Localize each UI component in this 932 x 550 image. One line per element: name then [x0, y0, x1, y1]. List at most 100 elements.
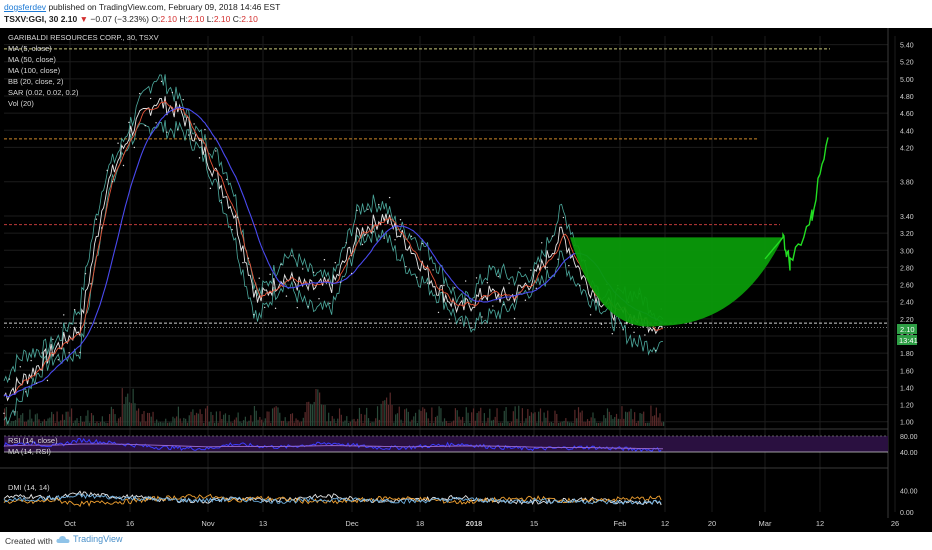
y-tick-label: 5.40: [900, 43, 914, 50]
volume-bar: [661, 422, 663, 426]
volume-bar: [147, 412, 149, 426]
volume-bar: [353, 418, 355, 426]
volume-bar: [471, 412, 473, 426]
close-label: C:: [232, 14, 242, 24]
volume-bar: [246, 422, 248, 426]
volume-bar: [161, 422, 163, 426]
legend-vol[interactable]: Vol (20): [8, 99, 34, 108]
legend-symbol[interactable]: GARIBALDI RESOURCES CORP., 30, TSXV: [8, 33, 159, 42]
volume-bar: [271, 408, 274, 426]
volume-bar: [527, 409, 529, 426]
volume-bar: [384, 400, 386, 426]
footer: Created with TradingView: [0, 532, 932, 550]
tradingview-brand[interactable]: TradingView: [56, 534, 123, 544]
volume-bar: [409, 422, 411, 426]
volume-bar: [507, 421, 509, 426]
volume-bar: [47, 418, 49, 426]
price-badge: 2.10: [897, 324, 917, 334]
volume-bar: [185, 418, 187, 426]
volume-bar: [123, 404, 125, 426]
sar-dot: [524, 299, 527, 301]
volume-bar: [206, 405, 208, 426]
volume-bar: [411, 419, 413, 426]
volume-bar: [226, 422, 228, 426]
chart-canvas[interactable]: 1.001.201.401.601.802.002.202.402.602.80…: [0, 28, 932, 532]
sar-dot: [291, 255, 293, 257]
legend-dmi[interactable]: DMI (14, 14): [8, 483, 50, 492]
close-value: 2.10: [241, 14, 258, 24]
volume-bar: [69, 416, 71, 426]
x-tick-label: 20: [708, 519, 716, 528]
volume-bar: [262, 422, 265, 426]
sar-dot: [264, 306, 266, 309]
volume-bar: [576, 418, 578, 426]
volume-bar: [98, 422, 100, 426]
volume-bar: [23, 421, 26, 426]
sar-dot: [117, 142, 119, 144]
sar-dot: [345, 242, 347, 244]
sar-dot: [95, 218, 98, 220]
y-tick-label: 5.20: [900, 60, 914, 67]
x-tick-label: 12: [661, 519, 669, 528]
volume-bar: [259, 416, 261, 426]
sar-dot: [383, 237, 385, 239]
volume-bar: [266, 411, 268, 426]
volume-bar: [621, 406, 623, 426]
legend-ma5[interactable]: MA (5, close): [8, 44, 52, 53]
volume-bar: [382, 400, 384, 426]
x-tick-label: 2018: [466, 519, 483, 528]
volume-bar: [54, 422, 56, 426]
volume-bar: [154, 422, 156, 426]
volume-bar: [132, 388, 134, 426]
legend-rsi[interactable]: RSI (14, close): [8, 436, 58, 445]
legend-ma100[interactable]: MA (100, close): [8, 66, 61, 75]
volume-bar: [264, 418, 266, 426]
sar-dot: [421, 242, 423, 245]
y-tick-label: 4.20: [900, 145, 914, 152]
price-badge-text: 2.10: [900, 325, 915, 334]
volume-bar: [188, 415, 190, 426]
legend-sar[interactable]: SAR (0.02, 0.02, 0.2): [8, 88, 79, 97]
sar-dot: [253, 313, 255, 316]
x-tick-label: 26: [891, 519, 899, 528]
y-tick-label: 1.60: [900, 368, 914, 375]
sar-dot: [340, 281, 342, 283]
legend-ma50[interactable]: MA (50, close): [8, 55, 56, 64]
volume-bar: [594, 418, 596, 426]
volume-bar: [331, 416, 333, 426]
volume-bar: [219, 411, 221, 426]
down-arrow-icon: ▼: [79, 14, 89, 24]
symbol-label: TSXV:GGI, 30: [4, 14, 59, 24]
volume-bar: [83, 421, 85, 426]
volume-bar: [340, 414, 342, 426]
author-link[interactable]: dogsferdev: [4, 2, 46, 12]
volume-bar: [414, 412, 417, 426]
volume-bar: [45, 421, 47, 426]
volume-bar: [606, 408, 609, 426]
volume-bar: [427, 418, 429, 426]
volume-bar: [109, 414, 111, 426]
volume-bar: [588, 421, 590, 426]
volume-bar: [476, 412, 478, 426]
volume-bar: [268, 411, 270, 426]
volume-bar: [291, 413, 294, 426]
volume-bar: [623, 418, 625, 426]
volume-bar: [112, 408, 114, 426]
sar-dot: [41, 352, 43, 354]
volume-bar: [452, 420, 455, 426]
legend-bb[interactable]: BB (20, close, 2): [8, 77, 64, 86]
volume-bar: [217, 422, 219, 426]
volume-bar: [577, 407, 580, 426]
volume-bar: [402, 422, 404, 426]
legend-rsi-ma[interactable]: MA (14, RSI): [8, 447, 51, 456]
volume-bar: [367, 418, 370, 426]
volume-bar: [492, 419, 495, 426]
volume-bar: [308, 401, 310, 426]
x-tick-label: 15: [530, 519, 538, 528]
x-tick-label: Oct: [64, 519, 77, 528]
volume-bar: [514, 406, 516, 426]
volume-bar: [80, 416, 82, 426]
volume-bar: [201, 414, 203, 426]
volume-bar: [337, 418, 339, 426]
volume-bar: [617, 418, 619, 426]
